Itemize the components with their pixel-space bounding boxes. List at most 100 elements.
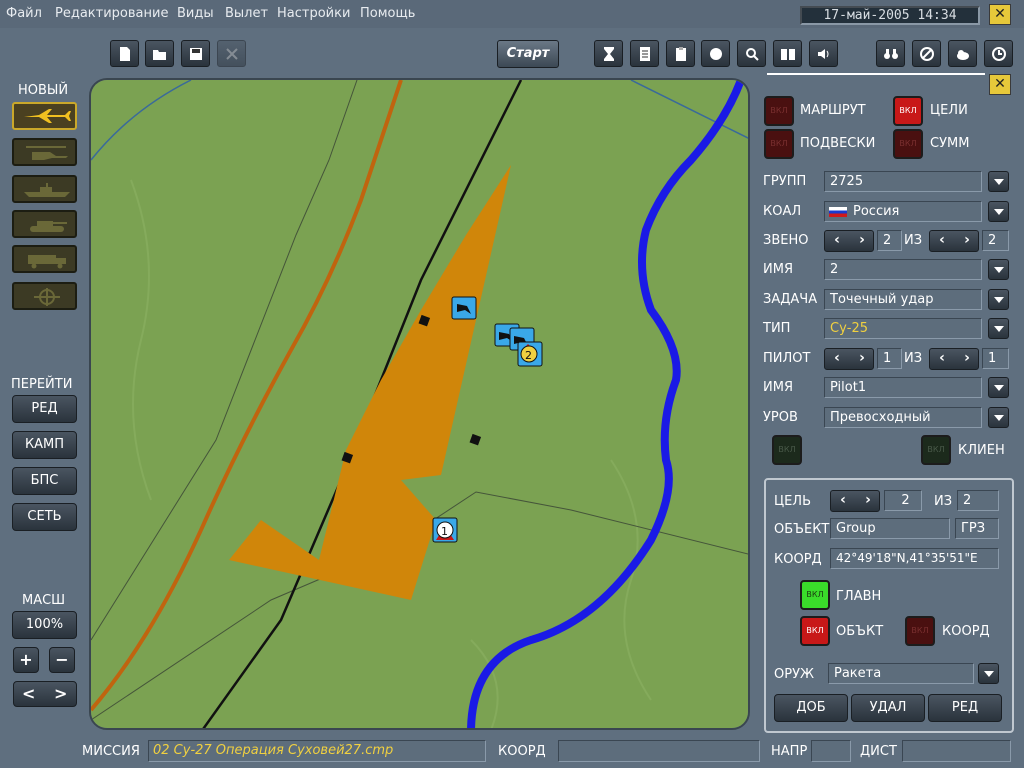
new-section-label: НОВЫЙ xyxy=(18,83,69,98)
menu-file[interactable]: Файл xyxy=(6,6,42,21)
weapon-field[interactable]: Ракета xyxy=(828,663,974,684)
object-toggle[interactable]: ВКЛ xyxy=(800,616,830,646)
flight-total-stepper[interactable]: ‹ › xyxy=(929,230,979,252)
client-toggle[interactable]: ВКЛ xyxy=(921,435,951,465)
new-aircraft-button[interactable] xyxy=(12,102,77,130)
summ-toggle[interactable]: ВКЛ xyxy=(893,129,923,159)
zoom-in-button[interactable]: + xyxy=(13,647,39,673)
goto-network-button[interactable]: СЕТЬ xyxy=(12,503,77,531)
name-dropdown-button[interactable] xyxy=(988,259,1009,280)
sound-button[interactable] xyxy=(809,40,838,67)
targets-toggle[interactable]: ВКЛ xyxy=(893,96,923,126)
new-file-button[interactable] xyxy=(110,40,139,67)
open-file-button[interactable] xyxy=(145,40,174,67)
group-dropdown-button[interactable] xyxy=(988,171,1009,192)
chevron-left-icon[interactable]: ‹ xyxy=(825,232,849,248)
search-button[interactable] xyxy=(737,40,766,67)
chevron-right-icon[interactable]: › xyxy=(856,492,880,508)
pilot-name-field[interactable]: Pilot1 xyxy=(824,377,982,398)
chevron-right-icon[interactable]: › xyxy=(955,232,979,248)
pilot-name-dropdown-button[interactable] xyxy=(988,377,1009,398)
book-button[interactable] xyxy=(773,40,802,67)
delete-button[interactable]: УДАЛ xyxy=(851,694,925,722)
pilot-stepper[interactable]: ‹ › xyxy=(824,348,874,370)
chevron-left-icon[interactable]: ‹ xyxy=(825,350,849,366)
plus-icon: + xyxy=(19,650,33,669)
panel-divider xyxy=(767,73,985,75)
chevron-left-icon[interactable]: ‹ xyxy=(831,492,855,508)
start-button[interactable]: Старт xyxy=(497,40,559,68)
coord-field[interactable]: 42°49'18"N,41°35'51"E xyxy=(830,548,999,569)
save-button[interactable] xyxy=(181,40,210,67)
group-field[interactable]: 2725 xyxy=(824,171,982,192)
forbidden-button[interactable] xyxy=(912,40,941,67)
skill-field[interactable]: Превосходный xyxy=(824,407,982,428)
new-helicopter-button[interactable] xyxy=(12,138,77,166)
task-field[interactable]: Точечный удар xyxy=(824,289,982,310)
floppy-icon xyxy=(190,48,202,60)
main-toggle[interactable]: ВКЛ xyxy=(800,580,830,610)
target-stepper[interactable]: ‹ › xyxy=(830,490,880,512)
pilot-total-stepper[interactable]: ‹ › xyxy=(929,348,979,370)
chevron-left-icon[interactable]: < xyxy=(22,682,35,705)
menu-help[interactable]: Помощь xyxy=(360,6,415,21)
chevron-right-icon[interactable]: › xyxy=(955,350,979,366)
weapon-dropdown-button[interactable] xyxy=(978,663,999,684)
chevron-right-icon[interactable]: › xyxy=(850,232,874,248)
type-field[interactable]: Су-25 xyxy=(824,318,982,339)
coalition-dropdown-button[interactable] xyxy=(988,201,1009,222)
close-file-button[interactable] xyxy=(217,40,246,67)
route-toggle[interactable]: ВКЛ xyxy=(764,96,794,126)
timer-button[interactable] xyxy=(594,40,623,67)
target-total-value: 2 xyxy=(957,490,999,511)
clipboard-icon xyxy=(676,47,686,61)
new-tank-button[interactable] xyxy=(12,210,77,238)
binoculars-button[interactable] xyxy=(876,40,905,67)
goto-campaign-button[interactable]: КАМП xyxy=(12,431,77,459)
loadout-toggle[interactable]: ВКЛ xyxy=(764,129,794,159)
chevron-left-icon[interactable]: ‹ xyxy=(930,350,954,366)
menu-edit[interactable]: Редактирование xyxy=(55,6,168,21)
scale-value-button[interactable]: 100% xyxy=(12,611,77,639)
object-field[interactable]: Group xyxy=(830,518,950,539)
name-field[interactable]: 2 xyxy=(824,259,982,280)
zoom-out-button[interactable]: − xyxy=(49,647,75,673)
coord-toggle[interactable]: ВКЛ xyxy=(905,616,935,646)
clock-display: 17-май-2005 14:34 xyxy=(800,6,980,25)
chevron-left-icon[interactable]: ‹ xyxy=(930,232,954,248)
new-vehicle-button[interactable] xyxy=(12,245,77,273)
clipboard-button[interactable] xyxy=(666,40,695,67)
weather-button[interactable] xyxy=(948,40,977,67)
pilot-button[interactable] xyxy=(701,40,730,67)
edit-button[interactable]: РЕД xyxy=(928,694,1002,722)
add-button[interactable]: ДОБ xyxy=(774,694,848,722)
mission-map[interactable]: 2 1 xyxy=(89,78,750,730)
menu-settings[interactable]: Настройки xyxy=(277,6,350,21)
target-value: 2 xyxy=(884,490,922,511)
object-label: ОБЪЕКТ xyxy=(774,522,830,537)
briefing-button[interactable] xyxy=(630,40,659,67)
menu-view[interactable]: Виды xyxy=(177,6,214,21)
helmet-icon xyxy=(710,48,722,60)
coalition-field[interactable]: Россия xyxy=(824,201,982,222)
chevron-right-icon[interactable]: › xyxy=(850,350,874,366)
heading-label: НАПР xyxy=(771,744,808,759)
new-target-button[interactable] xyxy=(12,282,77,310)
close-app-button[interactable]: ✕ xyxy=(989,4,1011,25)
object-grz-button[interactable]: ГРЗ xyxy=(955,518,999,539)
menu-flight[interactable]: Вылет xyxy=(225,6,268,21)
scale-label: МАСШ xyxy=(22,593,66,608)
close-panel-button[interactable]: ✕ xyxy=(989,74,1011,95)
distance-label: ДИСТ xyxy=(860,744,897,759)
new-ship-button[interactable] xyxy=(12,175,77,203)
task-dropdown-button[interactable] xyxy=(988,289,1009,310)
time-button[interactable] xyxy=(984,40,1013,67)
scale-stepper[interactable]: < > xyxy=(13,681,77,707)
flight-stepper[interactable]: ‹ › xyxy=(824,230,874,252)
goto-editor-button[interactable]: РЕД xyxy=(12,395,77,423)
chevron-right-icon[interactable]: > xyxy=(54,682,67,705)
type-dropdown-button[interactable] xyxy=(988,318,1009,339)
goto-bps-button[interactable]: БПС xyxy=(12,467,77,495)
player-toggle[interactable]: ВКЛ xyxy=(772,435,802,465)
skill-dropdown-button[interactable] xyxy=(988,407,1009,428)
